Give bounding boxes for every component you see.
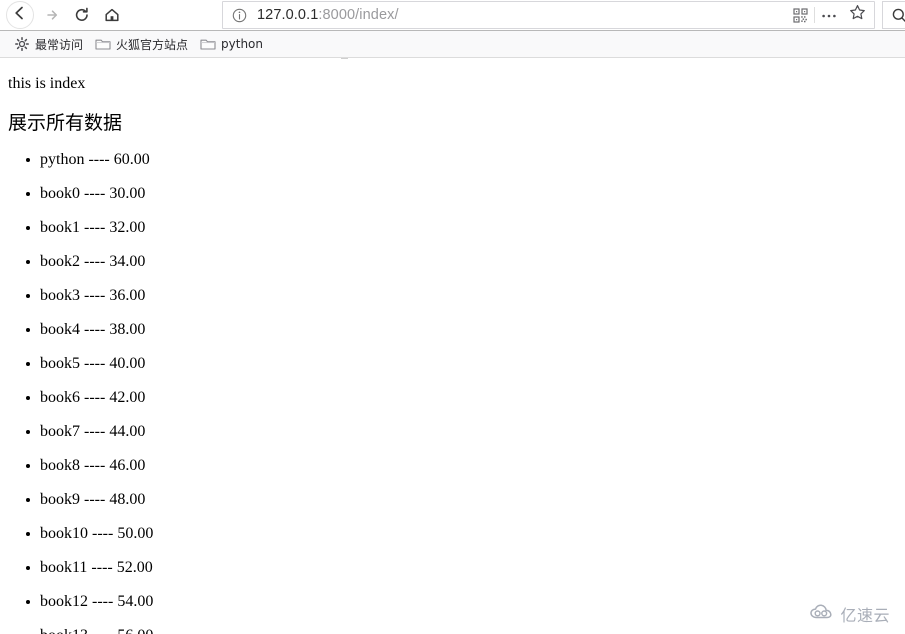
watermark: 亿速云: [809, 602, 890, 626]
list-item: book6 ---- 42.00: [25, 381, 153, 415]
cloud-icon: [809, 603, 835, 625]
list-item: book12 ---- 54.00: [25, 585, 153, 619]
list-item: book1 ---- 32.00: [25, 211, 153, 245]
index-paragraph: this is index: [8, 75, 86, 92]
list-item: book11 ---- 52.00: [25, 551, 153, 585]
bookmarks-toolbar: 最常访问 火狐官方站点 python: [0, 31, 905, 58]
list-item: book5 ---- 40.00: [25, 347, 153, 381]
back-button-highlight: [6, 1, 34, 29]
bookmark-label: python: [221, 37, 264, 51]
list-item: book10 ---- 50.00: [25, 517, 153, 551]
star-burst-icon: [13, 36, 31, 52]
forward-button[interactable]: [37, 0, 67, 30]
urlbar-actions: [786, 2, 874, 28]
bookmark-label: 最常访问: [35, 37, 84, 52]
star-icon: [849, 4, 866, 26]
home-icon: [103, 6, 121, 24]
bookmark-label: 火狐官方站点: [116, 37, 189, 52]
bookmark-item-python[interactable]: python: [196, 34, 269, 55]
ellipsis-icon: [821, 6, 837, 24]
list-item: python ---- 60.00: [25, 143, 153, 177]
watermark-text: 亿速云: [840, 606, 890, 625]
list-item: book8 ---- 46.00: [25, 449, 153, 483]
data-list: python ---- 60.00 book0 ---- 30.00 book1…: [0, 143, 153, 634]
search-icon: [891, 7, 905, 24]
back-button[interactable]: [3, 0, 37, 30]
list-item: book2 ---- 34.00: [25, 245, 153, 279]
browser-chrome: 127.0.0.1:8000/index/ 最常访问 火狐官方站点 python: [0, 0, 905, 60]
list-item: book7 ---- 44.00: [25, 415, 153, 449]
reload-icon: [73, 6, 91, 24]
url-text[interactable]: 127.0.0.1:8000/index/: [257, 7, 786, 23]
info-circle-icon[interactable]: [232, 8, 247, 23]
navigation-toolbar: 127.0.0.1:8000/index/: [0, 0, 905, 31]
reload-button[interactable]: [67, 0, 97, 30]
list-item: book3 ---- 36.00: [25, 279, 153, 313]
list-item: book0 ---- 30.00: [25, 177, 153, 211]
bookmark-button[interactable]: [843, 2, 871, 28]
page-content-area: this is index 展示所有数据 python ---- 60.00 b…: [0, 59, 905, 634]
folder-icon: [94, 36, 112, 52]
list-item: book13 ---- 56.00: [40, 619, 153, 634]
qr-code-icon[interactable]: [786, 2, 814, 28]
page-heading: 展示所有数据: [8, 112, 123, 134]
page-actions-menu-button[interactable]: [815, 2, 843, 28]
search-box[interactable]: [882, 1, 905, 29]
url-host: 127.0.0.1: [257, 7, 319, 23]
list-item: book4 ---- 38.00: [25, 313, 153, 347]
url-path: :8000/index/: [318, 7, 399, 23]
url-bar[interactable]: 127.0.0.1:8000/index/: [222, 1, 875, 29]
list-item: book9 ---- 48.00: [25, 483, 153, 517]
home-button[interactable]: [97, 0, 127, 30]
bookmark-item-most-visited[interactable]: 最常访问: [10, 34, 89, 55]
folder-icon: [199, 36, 217, 52]
arrow-right-icon: [43, 6, 61, 24]
bookmark-item-firefox-site[interactable]: 火狐官方站点: [91, 34, 194, 55]
